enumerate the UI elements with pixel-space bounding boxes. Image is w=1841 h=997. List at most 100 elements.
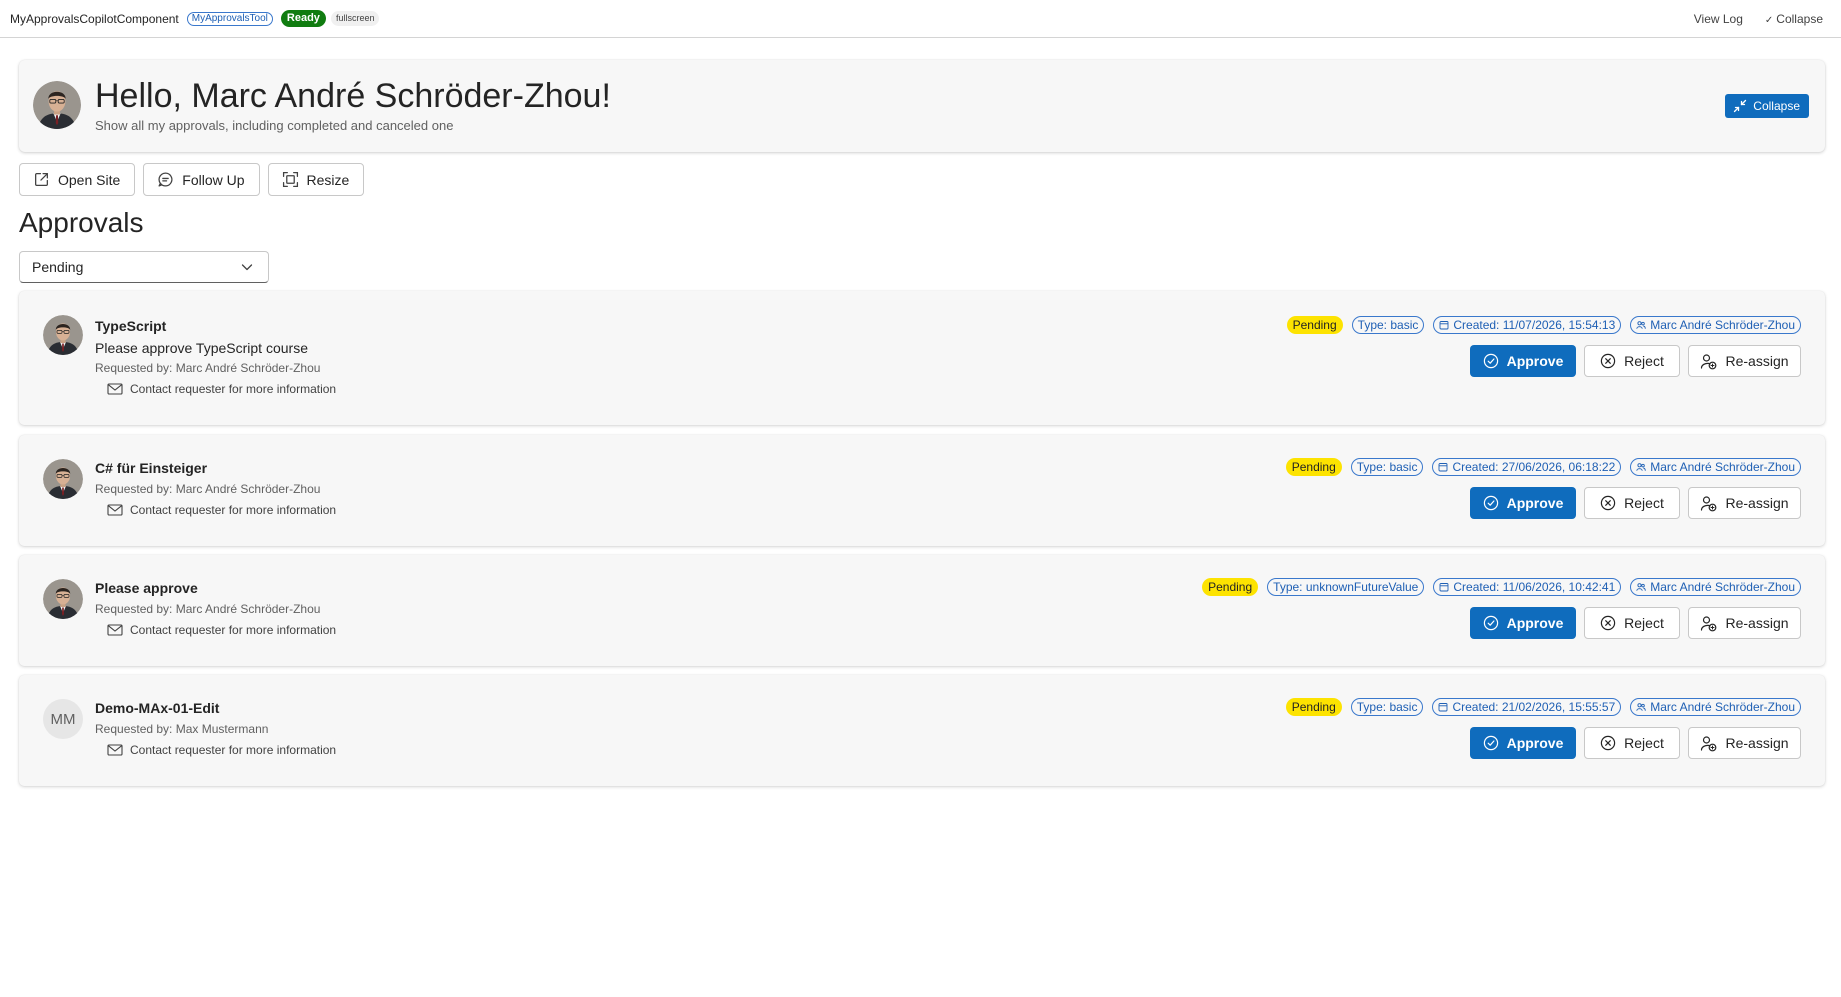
resize-icon xyxy=(282,171,298,188)
person-swap-icon xyxy=(1701,353,1717,369)
reassign-label: Re-assign xyxy=(1725,615,1789,631)
created-badge: Created: 27/06/2026, 06:18:22 xyxy=(1432,458,1622,476)
approval-description: Please approve TypeScript course xyxy=(95,340,308,356)
collapse-button-label: Collapse xyxy=(1753,99,1800,113)
mail-icon xyxy=(107,744,123,756)
approval-card: MM Demo-MAx-01-Edit Requested by: Max Mu… xyxy=(19,675,1825,786)
approve-label: Approve xyxy=(1506,353,1564,369)
created-date: Created: 21/02/2026, 15:55:57 xyxy=(1452,700,1616,714)
checkmark-icon: ✓ xyxy=(1764,15,1774,26)
greeting-card: Hello, Marc André Schröder-Zhou! Show al… xyxy=(19,60,1825,152)
section-title: Approvals xyxy=(19,207,144,238)
created-date: Created: 27/06/2026, 06:18:22 xyxy=(1452,460,1616,474)
reject-label: Reject xyxy=(1624,615,1664,631)
reject-button[interactable]: Reject xyxy=(1584,727,1680,759)
approval-tags: Pending Type: basic Created: 27/06/2026,… xyxy=(1285,458,1801,476)
reassign-label: Re-assign xyxy=(1725,735,1789,751)
contact-requester-link[interactable]: Contact requester for more information xyxy=(107,382,336,396)
approve-label: Approve xyxy=(1506,615,1564,631)
collapse-link-label: Collapse xyxy=(1776,12,1823,26)
open-site-button[interactable]: Open Site xyxy=(19,163,136,196)
created-badge: Created: 11/06/2026, 10:42:41 xyxy=(1433,578,1622,596)
created-badge: Created: 11/07/2026, 15:54:13 xyxy=(1433,316,1622,334)
chevron-down-icon xyxy=(241,264,253,271)
approval-card: TypeScript Please approve TypeScript cou… xyxy=(19,291,1825,425)
top-bar-actions: View Log ✓ Collapse xyxy=(1694,0,1823,38)
assignee-badge: Marc André Schröder-Zhou xyxy=(1630,458,1801,476)
approval-actions: Approve Reject Re-assign xyxy=(1470,607,1801,639)
people-icon xyxy=(1636,463,1647,471)
approval-tags: Pending Type: unknownFutureValue Created… xyxy=(1202,578,1801,596)
view-log-link[interactable]: View Log xyxy=(1694,12,1743,26)
mail-icon xyxy=(107,383,123,395)
person-swap-icon xyxy=(1701,495,1717,511)
checkmark-circle-icon xyxy=(1483,495,1498,511)
status-badge: Pending xyxy=(1286,316,1343,334)
assignee-name: Marc André Schröder-Zhou xyxy=(1650,318,1795,332)
resize-label: Resize xyxy=(306,171,350,188)
approve-button[interactable]: Approve xyxy=(1470,487,1576,519)
created-date: Created: 11/07/2026, 15:54:13 xyxy=(1453,318,1616,332)
status-badge: Pending xyxy=(1285,698,1342,716)
follow-up-button[interactable]: Follow Up xyxy=(143,163,260,196)
checkmark-circle-icon xyxy=(1483,353,1498,369)
assignee-badge: Marc André Schröder-Zhou xyxy=(1630,316,1801,334)
contact-requester-link[interactable]: Contact requester for more information xyxy=(107,503,336,517)
calendar-icon xyxy=(1439,583,1449,592)
approval-title: TypeScript xyxy=(95,318,167,334)
page-subtitle: Show all my approvals, including complet… xyxy=(95,118,454,133)
type-badge: Type: basic xyxy=(1350,458,1424,476)
action-bar: Open Site Follow Up Resize xyxy=(19,163,372,196)
mode-badge: fullscreen xyxy=(330,11,380,26)
avatar xyxy=(43,579,83,619)
approval-requester: Requested by: Max Mustermann xyxy=(95,722,269,736)
reject-label: Reject xyxy=(1624,353,1664,369)
open-site-label: Open Site xyxy=(58,171,121,188)
follow-up-label: Follow Up xyxy=(182,171,245,188)
reject-button[interactable]: Reject xyxy=(1584,487,1680,519)
top-bar: MyApprovalsCopilotComponent MyApprovalsT… xyxy=(0,0,1841,38)
reassign-button[interactable]: Re-assign xyxy=(1688,727,1801,759)
avatar xyxy=(43,459,83,499)
calendar-icon xyxy=(1439,321,1449,330)
checkmark-circle-icon xyxy=(1483,615,1498,631)
approve-button[interactable]: Approve xyxy=(1470,727,1576,759)
calendar-icon xyxy=(1439,703,1448,712)
contact-requester-link[interactable]: Contact requester for more information xyxy=(107,743,336,757)
people-icon xyxy=(1636,583,1647,591)
dismiss-circle-icon xyxy=(1600,735,1616,751)
reject-button[interactable]: Reject xyxy=(1584,607,1680,639)
status-badge: Pending xyxy=(1202,578,1259,596)
type-badge: Type: basic xyxy=(1350,698,1424,716)
approve-button[interactable]: Approve xyxy=(1470,607,1576,639)
chat-icon xyxy=(158,172,173,187)
contact-requester-label: Contact requester for more information xyxy=(130,382,337,396)
approval-actions: Approve Reject Re-assign xyxy=(1470,345,1801,377)
approval-actions: Approve Reject Re-assign xyxy=(1470,727,1801,759)
approve-button[interactable]: Approve xyxy=(1470,345,1576,377)
contact-requester-link[interactable]: Contact requester for more information xyxy=(107,623,336,637)
reject-button[interactable]: Reject xyxy=(1584,345,1680,377)
assignee-badge: Marc André Schröder-Zhou xyxy=(1630,578,1801,596)
tool-badge: MyApprovalsTool xyxy=(186,11,273,26)
collapse-link[interactable]: ✓ Collapse xyxy=(1765,12,1823,26)
reassign-button[interactable]: Re-assign xyxy=(1688,487,1801,519)
contact-requester-label: Contact requester for more information xyxy=(130,503,337,517)
collapse-button[interactable]: Collapse xyxy=(1725,94,1809,118)
calendar-icon xyxy=(1439,463,1448,472)
person-swap-icon xyxy=(1701,615,1717,631)
created-badge: Created: 21/02/2026, 15:55:57 xyxy=(1432,698,1622,716)
reassign-button[interactable]: Re-assign xyxy=(1688,345,1801,377)
collapse-icon xyxy=(1734,99,1747,113)
dismiss-circle-icon xyxy=(1600,615,1616,631)
type-badge: Type: basic xyxy=(1351,316,1425,334)
page-title: Hello, Marc André Schröder-Zhou! xyxy=(95,77,611,115)
reassign-button[interactable]: Re-assign xyxy=(1688,607,1801,639)
app-title: MyApprovalsCopilotComponent xyxy=(10,11,179,26)
dismiss-circle-icon xyxy=(1600,495,1616,511)
assignee-badge: Marc André Schröder-Zhou xyxy=(1630,698,1801,716)
assignee-name: Marc André Schröder-Zhou xyxy=(1650,580,1795,594)
resize-button[interactable]: Resize xyxy=(267,163,365,196)
reject-label: Reject xyxy=(1624,495,1664,511)
status-filter-dropdown[interactable]: Pending xyxy=(19,251,269,283)
